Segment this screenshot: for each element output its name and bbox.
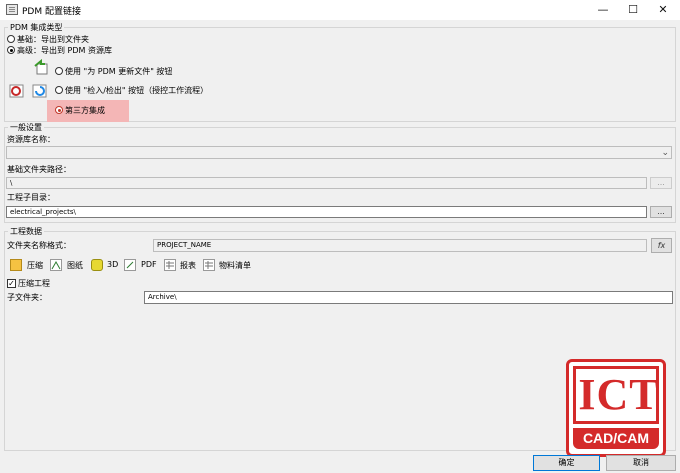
close-button[interactable]: ✕ <box>648 0 678 20</box>
tab-drawings[interactable]: 图纸 <box>67 260 83 271</box>
ok-button[interactable]: 确定 <box>533 455 600 471</box>
tab-reports[interactable]: 报表 <box>180 260 196 271</box>
tab-pdf[interactable]: PDF <box>141 260 157 269</box>
window-title: PDM 配置链接 <box>22 7 81 17</box>
checkin-checkout-radio[interactable] <box>55 86 63 94</box>
checkin-icon <box>32 83 48 99</box>
app-icon <box>6 4 18 15</box>
ict-logo-text: ICT <box>578 370 660 419</box>
basic-radio[interactable] <box>7 35 15 43</box>
cadcam-text: CAD/CAM <box>582 430 650 446</box>
advanced-radio-label: 高级：导出到 PDM 资源库 <box>17 46 112 55</box>
basic-radio-label: 基础：导出到文件夹 <box>17 35 89 44</box>
vault-name-combo[interactable]: ⌄ <box>6 146 672 159</box>
checkout-icon <box>9 83 25 99</box>
cancel-button[interactable]: 取消 <box>606 455 676 471</box>
subfolder-field[interactable]: Archive\ <box>144 291 673 304</box>
update-files-radio[interactable] <box>55 67 63 75</box>
base-folder-browse-button[interactable]: ... <box>650 177 672 189</box>
advanced-radio[interactable] <box>7 46 15 54</box>
project-subdir-field[interactable]: electrical_projects\ <box>6 206 647 218</box>
project-subdir-label: 工程子目录： <box>7 193 55 202</box>
compress-icon <box>10 259 22 271</box>
checkin-checkout-label: 使用 "检入/检出" 按钮（授控工作流程） <box>65 86 209 95</box>
formula-button[interactable]: fx <box>651 238 672 253</box>
tab-compress[interactable]: 压缩 <box>27 260 43 271</box>
chevron-down-icon: ⌄ <box>661 148 669 158</box>
ict-logo-frame: ICT <box>573 366 659 424</box>
3d-icon <box>91 259 103 271</box>
drawing-icon <box>50 259 62 271</box>
title-bar: PDM 配置链接 — ☐ ✕ <box>0 0 680 20</box>
project-subdir-browse-button[interactable]: ... <box>650 206 672 218</box>
folder-name-format-label: 文件夹名称格式： <box>7 241 71 250</box>
minimize-button[interactable]: — <box>588 0 618 20</box>
vault-name-label: 资源库名称： <box>7 135 55 144</box>
report-icon <box>164 259 176 271</box>
compress-project-label: 压缩工程 <box>18 279 50 288</box>
third-party-label: 第三方集成 <box>65 106 105 115</box>
update-files-label: 使用 "为 PDM 更新文件" 按钮 <box>65 67 173 76</box>
base-folder-field[interactable]: \ <box>6 177 647 189</box>
subfolder-label: 子文件夹： <box>7 293 47 302</box>
integration-group-title: PDM 集成类型 <box>8 22 65 33</box>
compress-project-checkbox[interactable]: ✓ <box>7 279 16 288</box>
output-toolbar: 压缩 图纸 3D PDF 报表 物料清单 <box>7 257 267 273</box>
tab-bom[interactable]: 物料清单 <box>219 260 251 271</box>
general-group-title: 一般设置 <box>8 122 44 133</box>
third-party-radio[interactable] <box>55 106 63 114</box>
project-data-group-title: 工程数据 <box>8 226 44 237</box>
maximize-button[interactable]: ☐ <box>618 0 648 20</box>
tab-3d[interactable]: 3D <box>107 260 118 269</box>
ict-logo-watermark: ICT CAD/CAM <box>566 359 666 457</box>
cadcam-bar: CAD/CAM <box>573 428 659 449</box>
base-folder-label: 基础文件夹路径： <box>7 165 71 174</box>
bom-icon <box>203 259 215 271</box>
update-files-icon <box>33 58 49 75</box>
pdf-icon <box>124 259 136 271</box>
folder-name-format-field[interactable]: PROJECT_NAME <box>153 239 647 252</box>
